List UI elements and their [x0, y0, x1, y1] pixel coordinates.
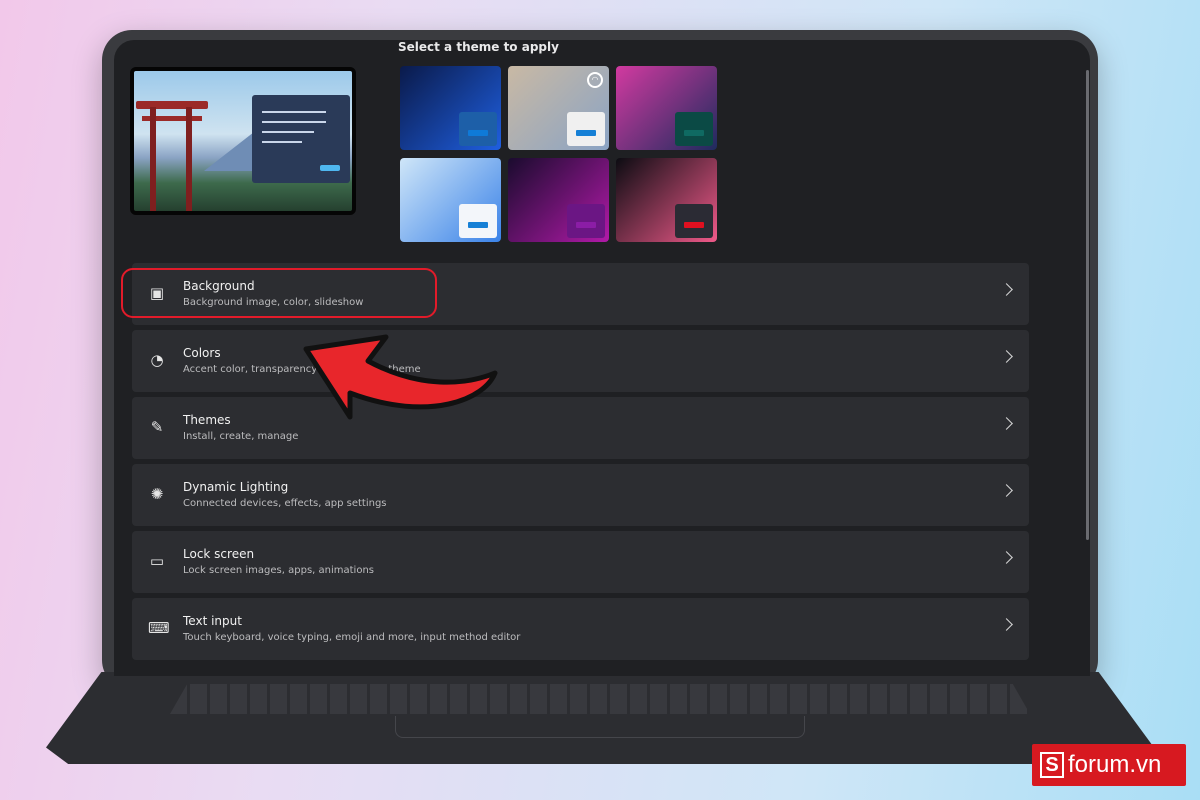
laptop-trackpad: [395, 716, 805, 738]
theme-grid: ◠: [400, 66, 718, 242]
highlight-box: [121, 268, 437, 318]
theme-accent-chip: [459, 204, 497, 238]
chevron-right-icon: [1000, 283, 1013, 296]
lock-screen-icon: ▭: [149, 552, 165, 570]
keyboard-icon: ⌨: [148, 619, 170, 637]
theme-thumbnail[interactable]: [616, 158, 717, 242]
lighting-icon: ✺: [150, 485, 164, 503]
settings-item-text-input[interactable]: ⌨ Text input Touch keyboard, voice typing,…: [132, 598, 1029, 660]
settings-item-subtitle: Touch keyboard, voice typing, emoji and …: [183, 632, 521, 643]
settings-item-subtitle: Install, create, manage: [183, 431, 299, 442]
settings-item-lock-screen[interactable]: ▭ Lock screen Lock screen images, apps, an…: [132, 531, 1029, 593]
settings-item-subtitle: Connected devices, effects, app settings: [183, 498, 387, 509]
theme-accent-chip: [567, 112, 605, 146]
brand-text: forum.vn: [1068, 751, 1162, 778]
chevron-right-icon: [1000, 618, 1013, 631]
laptop-keyboard: [170, 684, 1030, 714]
theme-thumbnail[interactable]: [508, 158, 609, 242]
brush-icon: ✎: [150, 418, 164, 436]
settings-item-title: Themes: [183, 413, 231, 427]
camera-icon: ◠: [587, 72, 603, 88]
brand-letter: S: [1040, 752, 1064, 778]
settings-item-title: Text input: [183, 614, 242, 628]
settings-item-title: Dynamic Lighting: [183, 480, 289, 494]
settings-item-title: Colors: [183, 346, 221, 360]
settings-item-dynamic-lighting[interactable]: ✺ Dynamic Lighting Connected devices, effe…: [132, 464, 1029, 526]
theme-accent-chip: [567, 204, 605, 238]
theme-thumbnail[interactable]: ◠: [508, 66, 609, 150]
scrollbar[interactable]: [1086, 70, 1089, 540]
theme-thumbnail[interactable]: [400, 158, 501, 242]
settings-item-title: Lock screen: [183, 547, 255, 561]
theme-preview: [130, 67, 356, 215]
settings-item-subtitle: Lock screen images, apps, animations: [183, 565, 374, 576]
laptop-screen: Select a theme to apply ◠ ▣ Background Bac…: [114, 40, 1090, 676]
red-arrow-icon: [303, 334, 498, 420]
theme-accent-chip: [459, 112, 497, 146]
theme-thumbnail[interactable]: [616, 66, 717, 150]
palette-icon: ◔: [150, 351, 164, 369]
settings-item-colors[interactable]: ◔ Colors Accent color, transparency effect…: [132, 330, 1029, 392]
chevron-right-icon: [1000, 350, 1013, 363]
brand-logo: S forum.vn: [1032, 744, 1186, 786]
preview-torii: [136, 101, 208, 109]
chevron-right-icon: [1000, 484, 1013, 497]
theme-thumbnail[interactable]: [400, 66, 501, 150]
settings-item-themes[interactable]: ✎ Themes Install, create, manage: [132, 397, 1029, 459]
preview-window: [252, 95, 350, 183]
section-title: Select a theme to apply: [398, 40, 559, 54]
theme-accent-chip: [675, 204, 713, 238]
theme-accent-chip: [675, 112, 713, 146]
preview-button: [320, 165, 340, 171]
chevron-right-icon: [1000, 551, 1013, 564]
chevron-right-icon: [1000, 417, 1013, 430]
